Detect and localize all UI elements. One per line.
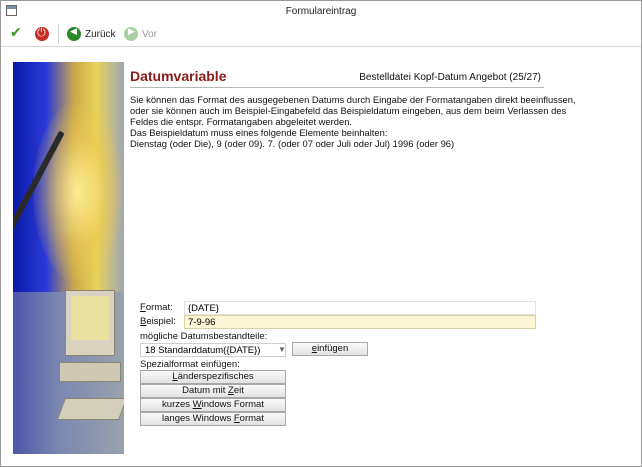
date-parts-select[interactable]: 18 Standarddatum({DATE}) <box>140 343 286 357</box>
description-line: Sie können das Format des ausgegebenen D… <box>130 94 576 105</box>
format-label: Format: <box>140 302 173 313</box>
locale-standard-format-button[interactable]: Länderspezifisches Standardformat <box>140 370 286 394</box>
toolbar-separator <box>58 24 59 44</box>
heading-row: Datumvariable Bestelldatei Kopf-Datum An… <box>130 68 544 88</box>
example-row: Beispiel: 7-9-96 <box>138 315 538 329</box>
chevron-down-icon[interactable]: ▼ <box>276 343 288 357</box>
description-line: Feldes die entspr. Formatangaben abgelei… <box>130 116 353 127</box>
long-windows-format-button[interactable]: langes Windows Format <box>140 412 286 426</box>
back-arrow-icon <box>67 27 81 41</box>
format-input[interactable]: {DATE} <box>184 301 536 315</box>
context-label: Bestelldatei Kopf-Datum Angebot (25/27) <box>359 72 541 83</box>
cancel-button[interactable] <box>35 25 49 43</box>
back-button-label: Zurück <box>85 28 116 40</box>
ok-button[interactable] <box>10 25 24 43</box>
short-windows-format-button[interactable]: kurzes Windows Format <box>140 398 286 412</box>
check-icon <box>10 25 24 41</box>
example-label: Beispiel: <box>140 316 176 327</box>
window: Formulareintrag Zurück Vor Datumvariable… <box>0 0 642 467</box>
description-line: oder sie können auch im Beispiel-Eingabe… <box>130 105 567 116</box>
date-with-time-button[interactable]: Datum mit Zeit <box>140 384 286 398</box>
toolbar: Zurück Vor <box>1 21 641 47</box>
window-title: Formulareintrag <box>285 6 357 17</box>
special-format-label: Spezialformat einfügen: <box>140 359 240 370</box>
description-line: Das Beispieldatum muss eines folgende El… <box>130 127 388 138</box>
forward-button[interactable]: Vor <box>124 25 157 43</box>
date-parts-label: mögliche Datumsbestandteile: <box>140 331 268 342</box>
back-button[interactable]: Zurück <box>67 25 116 43</box>
power-icon <box>35 26 49 41</box>
description-line: Dienstag (oder Die), 9 (oder 09). 7. (od… <box>130 138 455 149</box>
side-illustration <box>13 62 124 454</box>
content-panel: Datumvariable Bestelldatei Kopf-Datum An… <box>130 68 576 149</box>
description: Sie können das Format des ausgegebenen D… <box>130 94 576 149</box>
forward-arrow-icon <box>124 27 138 41</box>
format-row: Format: {DATE} <box>138 301 538 315</box>
insert-button[interactable]: einfügen <box>292 342 368 356</box>
example-input[interactable]: 7-9-96 <box>184 315 536 329</box>
page-title: Datumvariable <box>130 68 227 84</box>
title-bar: Formulareintrag <box>1 1 641 21</box>
forward-button-label: Vor <box>142 28 158 40</box>
